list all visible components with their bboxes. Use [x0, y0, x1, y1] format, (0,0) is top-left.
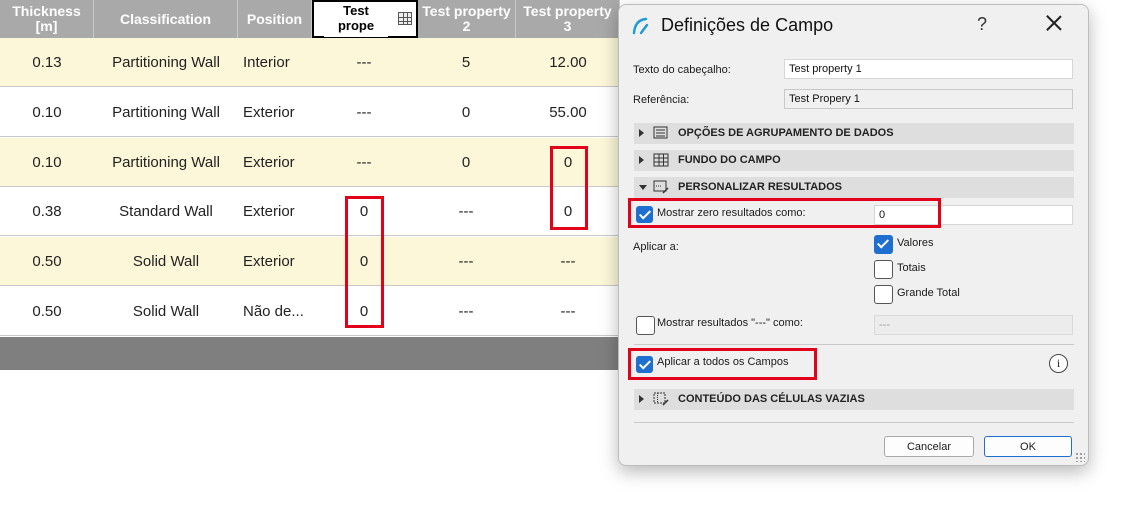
col-header-test-property-3[interactable]: Test property 3: [516, 0, 620, 38]
dialog-title-bar[interactable]: Definições de Campo ?: [619, 5, 1088, 47]
cell-position: Exterior: [243, 253, 295, 271]
highlight-box-test-property-3: [550, 146, 588, 230]
field-settings-dialog: Definições de Campo ? Texto do cabeçalho…: [618, 4, 1089, 466]
section-label: CONTEÚDO DAS CÉLULAS VAZIAS: [678, 393, 865, 405]
table-row[interactable]: 0.50 Solid Wall Exterior 0 --- ---: [0, 237, 640, 287]
separator: [634, 422, 1074, 423]
reference-label: Referência:: [633, 94, 690, 106]
table-grid-icon: [653, 153, 669, 167]
apply-grand-total-checkbox[interactable]: [874, 285, 893, 304]
edit-results-icon: [653, 180, 669, 194]
section-customize-results[interactable]: PERSONALIZAR RESULTADOS: [634, 177, 1074, 198]
cell-thickness: 0.10: [32, 153, 62, 171]
cell-tp3: 55.00: [549, 103, 587, 121]
section-field-background[interactable]: FUNDO DO CAMPO: [634, 150, 1074, 171]
column-settings-icon[interactable]: [398, 12, 412, 25]
cell-thickness: 0.38: [32, 203, 62, 221]
cancel-button[interactable]: Cancelar: [884, 436, 974, 457]
highlight-box-apply-all: [628, 348, 817, 380]
cell-classification: Partitioning Wall: [112, 54, 220, 71]
cell-position: Interior: [243, 54, 290, 71]
resize-grip-icon[interactable]: [1075, 452, 1085, 462]
cell-classification: Solid Wall: [132, 303, 200, 320]
cell-tp2: 0: [461, 153, 471, 171]
cell-thickness: 0.50: [32, 253, 62, 271]
cell-tp1: ---: [356, 153, 372, 171]
cell-position: Exterior: [243, 153, 295, 171]
highlight-box-show-zero: [628, 198, 941, 228]
cell-classification: Partitioning Wall: [112, 153, 220, 171]
cell-classification: Standard Wall: [119, 203, 213, 221]
cell-position: Exterior: [243, 103, 295, 121]
separator: [634, 344, 1074, 345]
dialog-title: Definições de Campo: [661, 15, 834, 35]
grouping-icon: [653, 126, 668, 139]
table-row[interactable]: 0.38 Standard Wall Exterior 0 --- 0: [0, 187, 640, 237]
cell-tp2: ---: [458, 303, 474, 320]
apply-to-label: Aplicar a:: [633, 241, 679, 253]
col-header-test-property-2[interactable]: Test property 2: [418, 0, 516, 38]
apply-grand-total-label: Grande Total: [897, 287, 960, 299]
collapse-arrow-icon: [639, 185, 647, 190]
cell-tp2: ---: [458, 253, 474, 271]
col-header-thickness[interactable]: Thickness [m]: [0, 0, 94, 38]
cell-position: Não de...: [243, 303, 304, 320]
cell-tp3: ---: [560, 303, 576, 320]
apply-totals-checkbox[interactable]: [874, 260, 893, 279]
apply-values-label: Valores: [897, 237, 934, 249]
cell-position: Exterior: [243, 203, 295, 221]
table-row[interactable]: 0.10 Partitioning Wall Exterior --- 0 55.00: [0, 87, 640, 137]
empty-cells-icon: [653, 392, 669, 406]
section-label: PERSONALIZAR RESULTADOS: [678, 181, 842, 193]
info-icon[interactable]: i: [1049, 354, 1068, 373]
table-row[interactable]: 0.13 Partitioning Wall Interior --- 5 12.00: [0, 38, 640, 87]
archicad-logo-icon: [632, 17, 649, 35]
show-dash-results-label: Mostrar resultados "---" como:: [657, 317, 803, 329]
apply-totals-label: Totais: [897, 262, 926, 274]
expand-arrow-icon: [639, 156, 644, 164]
schedule-footer-bar: [0, 337, 640, 370]
cell-tp1: ---: [356, 103, 372, 121]
cell-tp3: 12.00: [549, 54, 587, 71]
cell-thickness: 0.13: [32, 54, 62, 71]
section-empty-cells-content[interactable]: CONTEÚDO DAS CÉLULAS VAZIAS: [634, 389, 1074, 410]
apply-values-checkbox[interactable]: [874, 235, 893, 254]
cell-tp1: ---: [356, 54, 372, 71]
expand-arrow-icon: [639, 395, 644, 403]
ok-button[interactable]: OK: [984, 436, 1072, 457]
cell-classification: Partitioning Wall: [112, 103, 220, 121]
close-icon[interactable]: [1043, 12, 1065, 34]
cell-thickness: 0.50: [32, 303, 62, 320]
header-text-input[interactable]: [784, 59, 1073, 79]
table-row[interactable]: 0.50 Solid Wall Não de... 0 --- ---: [0, 287, 640, 336]
highlight-box-test-property-1: [345, 196, 384, 328]
cell-thickness: 0.10: [32, 103, 62, 121]
show-dash-results-checkbox[interactable]: [636, 316, 655, 335]
section-label: OPÇÕES DE AGRUPAMENTO DE DADOS: [678, 127, 894, 139]
schedule-table: Thickness [m] Classification Position Te…: [0, 0, 640, 370]
expand-arrow-icon: [639, 129, 644, 137]
cell-tp2: 0: [461, 103, 471, 121]
col-header-edit-text[interactable]: Test prope: [324, 2, 388, 37]
col-header-position[interactable]: Position: [238, 0, 312, 38]
cell-tp3: ---: [560, 253, 576, 271]
reference-value: Test Propery 1: [784, 89, 1073, 109]
section-label: FUNDO DO CAMPO: [678, 154, 781, 166]
cell-tp2: 5: [461, 54, 471, 71]
col-header-classification[interactable]: Classification: [94, 0, 238, 38]
cell-tp2: ---: [458, 203, 474, 221]
header-text-label: Texto do cabeçalho:: [633, 64, 731, 76]
table-row[interactable]: 0.10 Partitioning Wall Exterior --- 0 0: [0, 137, 640, 187]
section-data-grouping-options[interactable]: OPÇÕES DE AGRUPAMENTO DE DADOS: [634, 123, 1074, 144]
help-button[interactable]: ?: [977, 14, 987, 35]
cell-classification: Solid Wall: [132, 253, 200, 271]
show-dash-results-input[interactable]: ---: [874, 315, 1073, 335]
col-header-test-property-1[interactable]: Test prope: [312, 0, 418, 38]
